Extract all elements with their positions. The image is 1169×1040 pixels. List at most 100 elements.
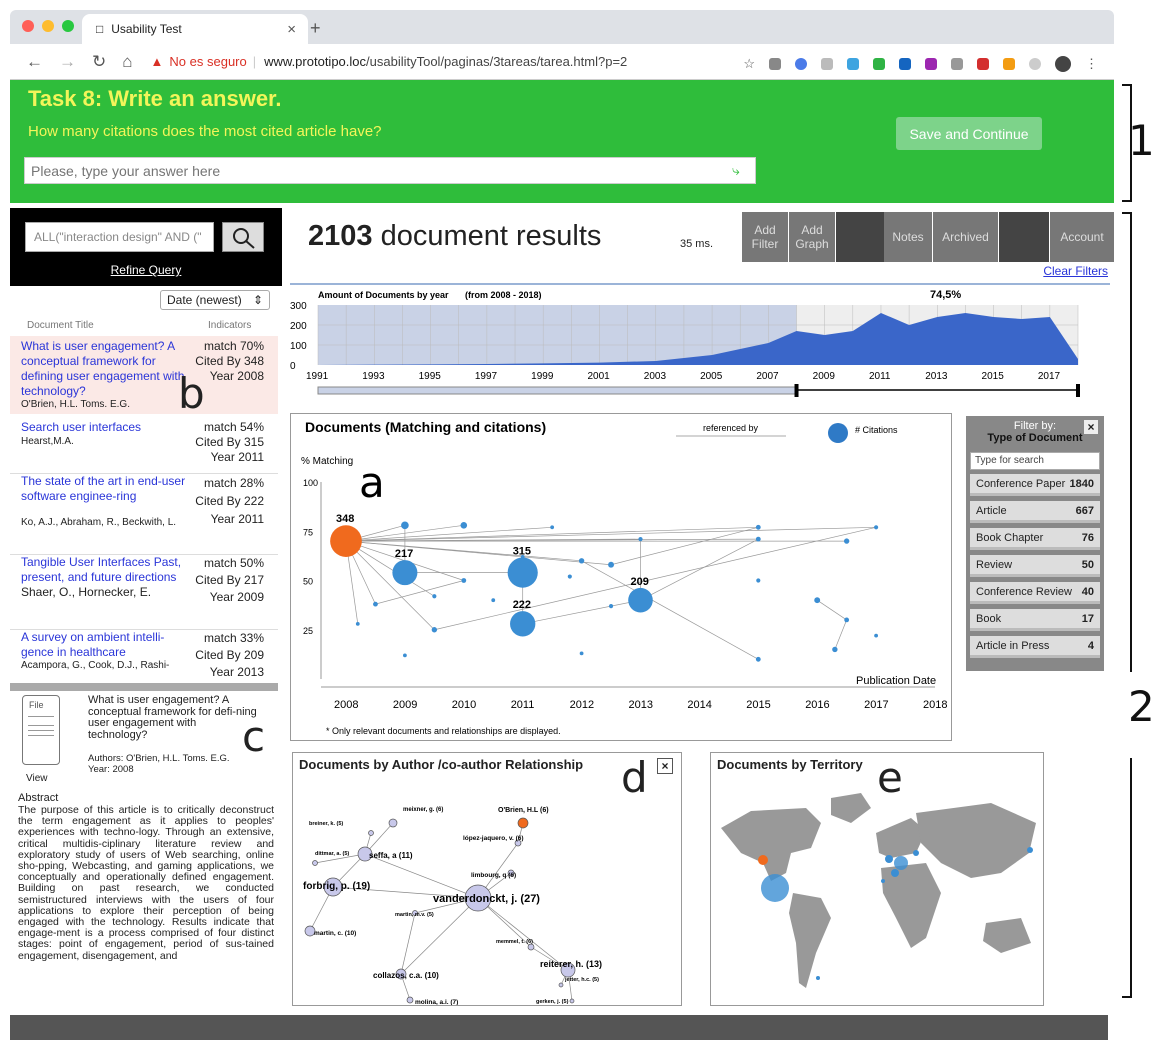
data-point [507,557,538,588]
extension-icon[interactable] [899,58,911,70]
security-warning[interactable]: ▲ No es seguro [151,54,247,69]
data-point [608,604,614,609]
new-tab-icon[interactable]: + [310,18,321,39]
close-icon[interactable]: × [657,758,673,774]
filter-item-count: 1840 [1069,477,1094,490]
search-button[interactable] [222,222,264,252]
camera-icon[interactable] [951,58,963,70]
forward-icon[interactable]: → [59,52,76,72]
timeline-chart[interactable]: Amount of Documents by year (from 2008 - … [290,283,1110,403]
x-tick-label: 2005 [700,371,723,382]
close-window-icon[interactable] [22,20,34,32]
add-graph-button[interactable]: Add Graph [789,212,835,262]
avatar[interactable] [1055,56,1071,72]
greenland [831,793,871,823]
rss-icon[interactable] [1003,58,1015,70]
save-continue-button[interactable]: Save and Continue [896,117,1042,150]
sort-select[interactable]: Date (newest) ⇕ [160,290,270,310]
browser-tab[interactable]: □ Usability Test × [82,14,308,44]
list-item[interactable]: Tangible User Interfaces Past, present, … [10,554,278,624]
extensions-bar: ☆ ⋮ [743,56,1098,72]
shield-extension-icon[interactable] [795,58,807,70]
extension-icon[interactable] [769,58,781,70]
extension-icon[interactable] [1029,58,1041,70]
footer-bar [10,1015,1108,1040]
extension-icon[interactable] [847,58,859,70]
close-icon[interactable]: × [1084,420,1098,434]
range-handle-left [794,384,799,397]
author-label: vanderdonckt, j. (27) [433,893,540,905]
list-item[interactable]: A survey on ambient intelli-gence in hea… [10,629,278,679]
doc-title[interactable]: What is user engagement? A conceptual fr… [21,339,191,399]
data-point [461,578,467,583]
author-node [517,817,529,829]
tab-title: Usability Test [111,22,182,36]
filter-item[interactable]: Review 50 [970,555,1100,577]
australia [983,918,1031,953]
data-point [874,633,879,638]
answer-input[interactable] [24,157,756,184]
reference-line [581,560,759,660]
data-point [843,538,850,544]
url-text[interactable]: www.prototipo.loc/usabilityTool/paginas/… [264,54,627,69]
back-icon[interactable]: ← [26,52,43,72]
filter-item[interactable]: Conference Review 40 [970,582,1100,604]
list-item[interactable]: What is user engagement? A conceptual fr… [10,336,278,418]
filter-search-input[interactable]: Type for search [970,452,1100,470]
marker-b: b [178,369,205,418]
coauthor-edge [400,897,479,975]
browser-chrome: □ Usability Test × + ← → ↻ ⌂ ▲ No es segu… [10,10,1114,80]
scatter-panel: Documents (Matching and citations) refere… [290,413,952,741]
close-tab-icon[interactable]: × [287,21,296,38]
extension-icon[interactable] [925,58,937,70]
data-point [755,656,761,662]
minimize-window-icon[interactable] [42,20,54,32]
author-node [368,830,374,836]
authors-panel: Documents by Author /co-author Relations… [292,752,682,1006]
address-bar[interactable]: ← → ↻ ⌂ ▲ No es seguro | www.prototipo.lo… [10,44,1114,80]
view-link[interactable]: View [26,773,48,785]
marker-a: a [359,458,385,507]
home-icon[interactable]: ⌂ [122,52,132,72]
data-point [638,537,643,542]
maximize-window-icon[interactable] [62,20,74,32]
filter-item[interactable]: Article 667 [970,501,1100,523]
author-label: memmel, t. (6) [496,939,533,945]
south-america [789,893,831,988]
filter-item[interactable]: Book Chapter 76 [970,528,1100,550]
archived-button[interactable]: Archived [933,212,998,262]
filter-item[interactable]: Article in Press 4 [970,636,1100,658]
file-icon[interactable]: File [22,695,60,765]
author-label: forbrig, p. (19) [303,881,370,892]
extension-icon[interactable] [977,58,989,70]
menu-icon[interactable]: ⋮ [1085,56,1098,72]
clear-filters-link[interactable]: Clear Filters [1043,264,1108,278]
notes-button[interactable]: Notes [884,212,932,262]
x-tick-label: 2018 [923,699,947,711]
document-detail: File View What is user engagement? A con… [10,683,278,1013]
section-label-2: 2 [1128,682,1155,731]
y-tick-label: 100 [303,478,318,488]
refine-query-link[interactable]: Refine Query [10,263,282,277]
filter-item-count: 40 [1081,585,1094,598]
add-filter-button[interactable]: Add Filter [742,212,788,262]
list-item[interactable]: Search user interfaces Hearst,M.A. match… [10,420,278,470]
extension-icon[interactable] [821,58,833,70]
extension-icon[interactable] [873,58,885,70]
list-item[interactable]: The state of the art in end-user softwar… [10,473,278,553]
filter-item[interactable]: Book 17 [970,609,1100,631]
legend-bubble [828,423,848,443]
y-tick-label: 300 [290,301,307,312]
territory-bubble [885,855,893,863]
star-icon[interactable]: ☆ [743,56,755,72]
section-label-1: 1 [1128,116,1155,165]
results-count: 2103 document results [308,220,602,252]
filter-item[interactable]: Conference Paper 1840 [970,474,1100,496]
reload-icon[interactable]: ↻ [92,52,106,72]
filter-item-count: 17 [1081,612,1094,625]
account-button[interactable]: Account [1050,212,1114,262]
data-label: 209 [631,576,649,588]
x-tick-label: 2011 [869,371,891,382]
territory-bubble-highlight [758,855,768,865]
query-input[interactable]: ALL("interaction design" AND (" [25,222,214,252]
